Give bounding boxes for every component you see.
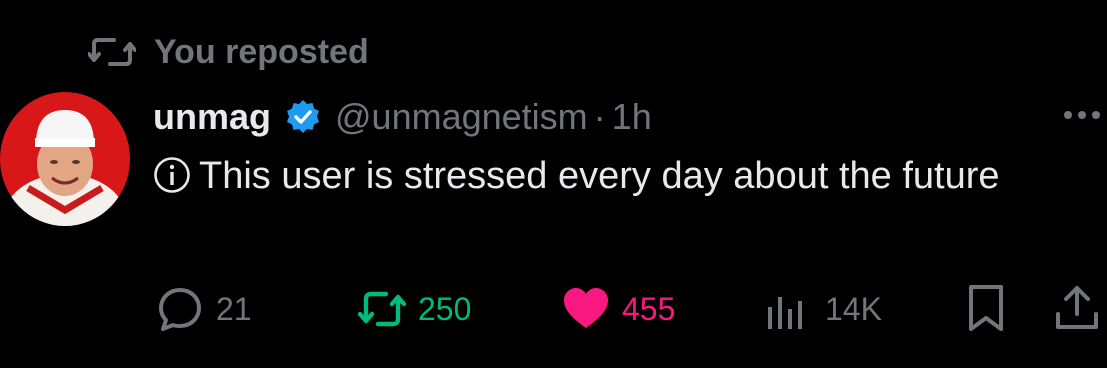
reply-icon (159, 288, 201, 331)
repost-button[interactable]: 250 (358, 284, 471, 334)
bookmark-icon[interactable] (966, 284, 1006, 332)
share-icon[interactable] (1054, 284, 1100, 332)
heart-icon (564, 288, 608, 328)
retweet-icon (358, 291, 406, 327)
repost-indicator[interactable]: You reposted (88, 30, 369, 74)
repost-count: 250 (418, 290, 472, 327)
user-handle[interactable]: @unmagnetism (335, 96, 588, 138)
more-options-icon[interactable] (1060, 100, 1104, 130)
views-button[interactable]: 14K (765, 284, 882, 334)
like-count: 455 (622, 290, 676, 327)
views-chart-icon (768, 297, 802, 329)
reply-count: 21 (216, 290, 252, 327)
tweet-header: unmag @unmagnetism · 1h (153, 94, 652, 140)
tweet-body: This user is stressed every day about th… (199, 155, 1000, 197)
reply-button[interactable]: 21 (156, 284, 252, 334)
tweet-text: This user is stressed every day about th… (153, 148, 1053, 204)
retweet-icon (88, 38, 136, 66)
separator-dot: · (593, 96, 606, 137)
user-name[interactable]: unmag (153, 96, 271, 138)
timestamp[interactable]: 1h (612, 96, 652, 138)
info-icon (154, 157, 190, 193)
repost-label: You reposted (154, 32, 369, 71)
views-count: 14K (825, 290, 882, 327)
verified-badge-icon (287, 100, 320, 133)
like-button[interactable]: 455 (562, 284, 675, 334)
avatar[interactable] (0, 92, 130, 226)
